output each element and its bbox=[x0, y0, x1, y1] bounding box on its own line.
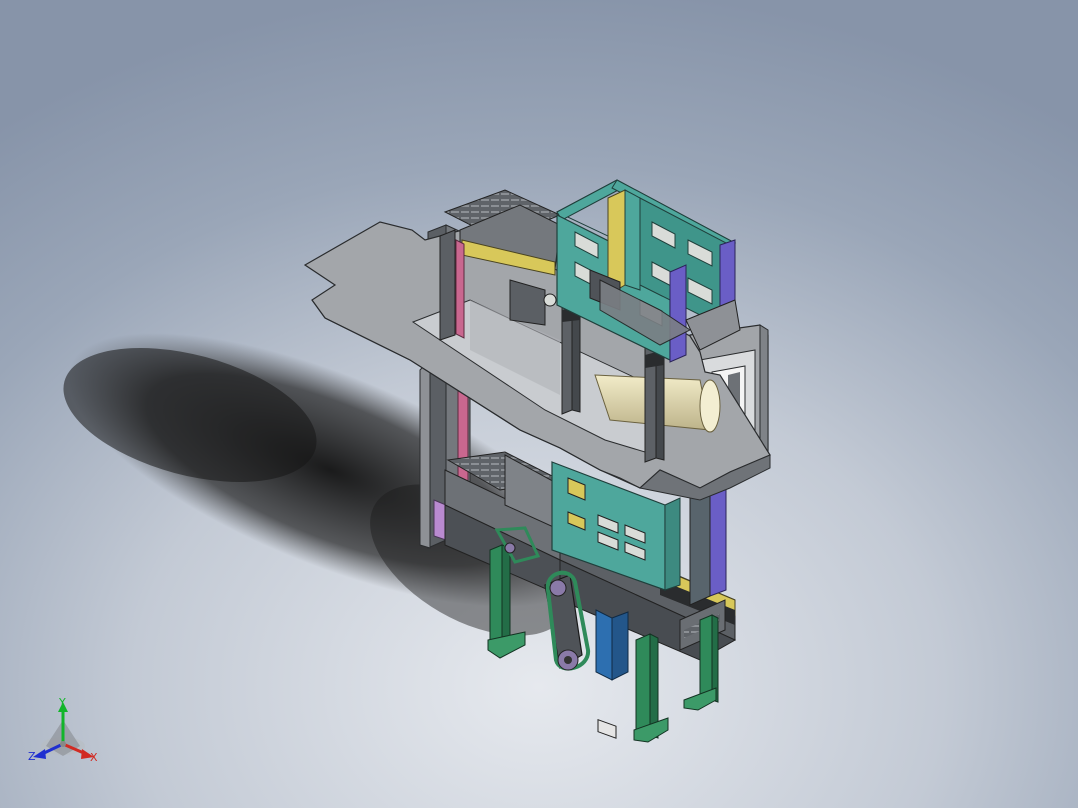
upper-guide-rail[interactable] bbox=[439, 229, 465, 341]
z-axis-label: Z bbox=[28, 750, 36, 763]
graphics-viewport[interactable]: Y Z X bbox=[0, 0, 1078, 808]
orientation-triad[interactable]: Y Z X bbox=[22, 694, 106, 770]
y-axis-label: Y bbox=[59, 696, 66, 709]
x-axis-label: X bbox=[90, 751, 98, 764]
cad-assembly-view[interactable] bbox=[0, 0, 1078, 808]
